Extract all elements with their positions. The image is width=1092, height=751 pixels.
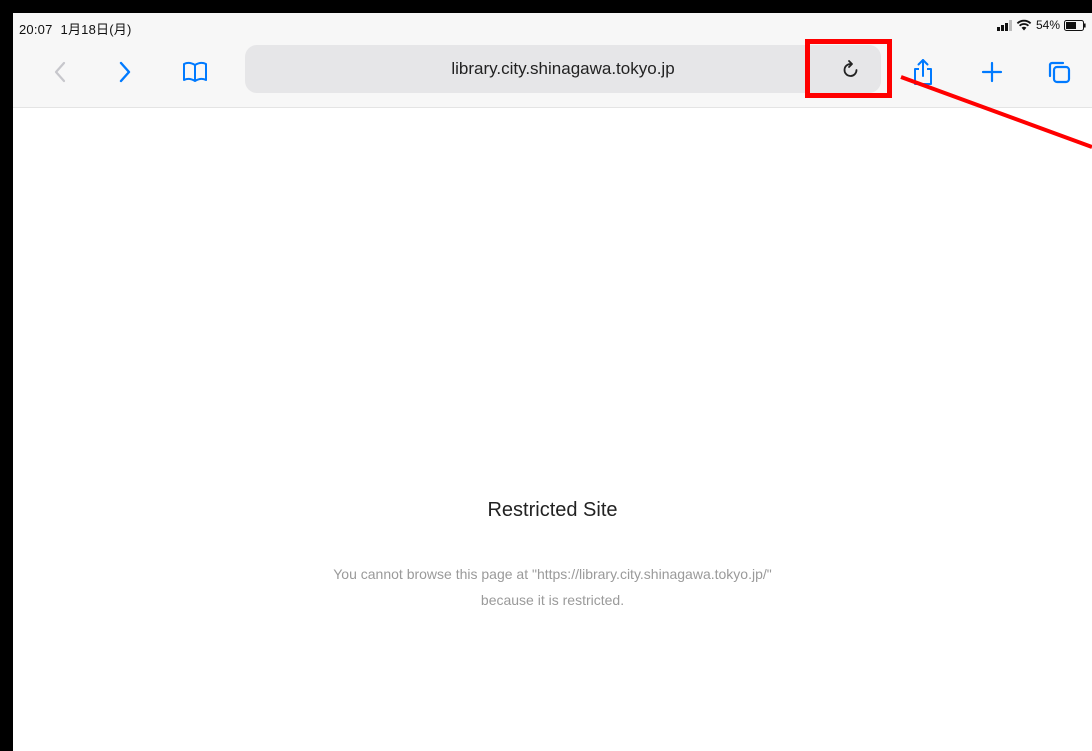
restricted-message: You cannot browse this page at "https://… bbox=[13, 561, 1092, 613]
browser-window: 20:07 1月18日(月) 54% library.city.shinagaw… bbox=[13, 13, 1092, 751]
restricted-message-line1: You cannot browse this page at "https://… bbox=[333, 566, 772, 582]
restricted-title: Restricted Site bbox=[487, 499, 618, 521]
restricted-message-line2: because it is restricted. bbox=[480, 592, 625, 608]
annotation-arrow bbox=[900, 75, 1092, 149]
